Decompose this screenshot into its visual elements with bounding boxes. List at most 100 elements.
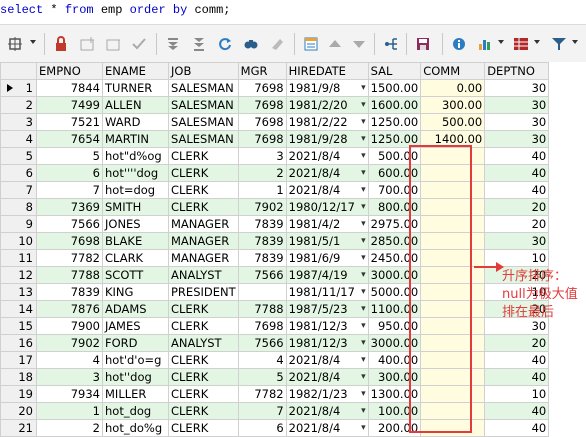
cell-job[interactable]: PRESIDENT [168, 283, 239, 301]
column-header-hiredate[interactable]: HIREDATE [285, 62, 369, 80]
cell-sal[interactable]: 1500.00 [367, 79, 422, 97]
cell-mgr[interactable]: 7 [237, 402, 287, 420]
add-record-icon[interactable] [76, 33, 98, 55]
cell-empno[interactable]: 7876 [36, 300, 103, 318]
row-number[interactable]: 5 [0, 147, 37, 165]
cell-deptno[interactable]: 40 [484, 147, 550, 165]
cell-job[interactable]: MANAGER [168, 232, 239, 250]
date-dropdown-icon[interactable]: ▾ [361, 200, 366, 215]
cell-mgr[interactable]: 7782 [237, 385, 287, 403]
date-dropdown-icon[interactable]: ▾ [361, 404, 366, 419]
cell-hiredate[interactable]: ▾ 2021/8/4 [285, 368, 369, 386]
first-record-icon[interactable] [162, 33, 184, 55]
cell-job[interactable]: CLERK [168, 368, 239, 386]
date-dropdown-icon[interactable]: ▾ [361, 302, 366, 317]
row-number[interactable]: 10 [0, 232, 37, 250]
cell-empno[interactable]: 7698 [36, 232, 103, 250]
cell-sal[interactable]: 1600.00 [367, 96, 422, 114]
cell-hiredate[interactable]: ▾ 2021/8/4 [285, 351, 369, 369]
cell-ename[interactable]: MILLER [102, 385, 169, 403]
chart-icon[interactable] [474, 33, 496, 55]
cell-hiredate[interactable]: ▾ 1980/12/17 [285, 198, 369, 216]
date-dropdown-icon[interactable]: ▾ [361, 132, 366, 147]
cell-job[interactable]: SALESMAN [168, 79, 239, 97]
cell-job[interactable]: MANAGER [168, 249, 239, 267]
cell-ename[interactable]: hot_do%g [102, 419, 169, 437]
cell-ename[interactable]: MARTIN [102, 130, 169, 148]
date-dropdown-icon[interactable]: ▾ [361, 387, 366, 402]
row-number[interactable]: 6 [0, 164, 37, 182]
row-number[interactable]: 4 [0, 130, 37, 148]
date-dropdown-icon[interactable]: ▾ [361, 183, 366, 198]
cell-hiredate[interactable]: ▾ 1981/12/3 [285, 334, 369, 352]
cell-ename[interactable]: CLARK [102, 249, 169, 267]
cell-empno[interactable]: 1 [36, 402, 103, 420]
post-edit-icon[interactable] [128, 33, 150, 55]
column-header-empno[interactable]: EMPNO [36, 62, 103, 80]
row-number[interactable]: 20 [0, 402, 37, 420]
cell-empno[interactable]: 7 [36, 181, 103, 199]
lock-icon[interactable] [50, 33, 72, 55]
row-number[interactable]: 21 [0, 419, 37, 437]
cell-job[interactable]: SALESMAN [168, 96, 239, 114]
cell-ename[interactable]: JAMES [102, 317, 169, 335]
cell-job[interactable]: SALESMAN [168, 113, 239, 131]
cell-mgr[interactable] [237, 283, 287, 301]
row-number[interactable]: 15 [0, 317, 37, 335]
cell-comm[interactable]: 300.00 [420, 96, 486, 114]
cell-hiredate[interactable]: ▾ 1981/4/2 [285, 215, 369, 233]
cell-job[interactable]: ANALYST [168, 334, 239, 352]
cell-ename[interactable]: ALLEN [102, 96, 169, 114]
cell-ename[interactable]: hot=dog [102, 181, 169, 199]
column-header-ename[interactable]: ENAME [102, 62, 169, 80]
cell-comm[interactable]: 500.00 [420, 113, 486, 131]
row-number[interactable]: 3 [0, 113, 37, 131]
row-number[interactable]: 13 [0, 283, 37, 301]
cell-mgr[interactable]: 6 [237, 419, 287, 437]
cell-empno[interactable]: 7844 [36, 79, 103, 97]
cell-mgr[interactable]: 7566 [237, 334, 287, 352]
table-row[interactable]: 1 7844 TURNER SALESMAN 7698 ▾ 1981/9/8 1500.00 0… [0, 79, 550, 97]
date-dropdown-icon[interactable]: ▾ [361, 285, 366, 300]
cell-job[interactable]: CLERK [168, 317, 239, 335]
cell-job[interactable]: CLERK [168, 300, 239, 318]
clear-icon[interactable] [266, 33, 288, 55]
data-grid[interactable]: EMPNO ENAME JOB MGR HIREDATE SAL COMM DE… [0, 62, 586, 437]
export-icon[interactable] [510, 33, 532, 55]
cell-job[interactable]: CLERK [168, 385, 239, 403]
cell-job[interactable]: CLERK [168, 351, 239, 369]
cell-empno[interactable]: 7369 [36, 198, 103, 216]
cell-deptno[interactable]: 30 [484, 96, 550, 114]
cell-hiredate[interactable]: ▾ 1981/9/28 [285, 130, 369, 148]
date-dropdown-icon[interactable]: ▾ [361, 149, 366, 164]
cell-empno[interactable]: 2 [36, 419, 103, 437]
cell-empno[interactable]: 4 [36, 351, 103, 369]
cell-deptno[interactable]: 40 [484, 181, 550, 199]
filter-icon[interactable] [548, 33, 570, 55]
cell-mgr[interactable]: 7566 [237, 266, 287, 284]
cell-ename[interactable]: hot'd'o=g [102, 351, 169, 369]
cell-hiredate[interactable]: ▾ 1981/2/20 [285, 96, 369, 114]
date-dropdown-icon[interactable]: ▾ [361, 217, 366, 232]
cell-hiredate[interactable]: ▾ 2021/8/4 [285, 419, 369, 437]
cell-empno[interactable]: 7499 [36, 96, 103, 114]
column-header-sal[interactable]: SAL [367, 62, 422, 80]
query-by-example-icon[interactable] [380, 33, 402, 55]
table-row[interactable]: 3 7521 WARD SALESMAN 7698 ▾ 1981/2/22 1250.00 50… [0, 113, 550, 131]
cell-deptno[interactable]: 40 [484, 419, 550, 437]
date-dropdown-icon[interactable]: ▾ [361, 336, 366, 351]
date-dropdown-icon[interactable]: ▾ [361, 166, 366, 181]
cell-deptno[interactable]: 40 [484, 368, 550, 386]
row-number[interactable]: 18 [0, 368, 37, 386]
cell-hiredate[interactable]: ▾ 1981/9/8 [285, 79, 369, 97]
cell-empno[interactable]: 7934 [36, 385, 103, 403]
single-record-view-icon[interactable] [300, 33, 322, 55]
row-number[interactable]: 1 [0, 79, 37, 97]
cell-hiredate[interactable]: ▾ 1981/5/1 [285, 232, 369, 250]
cell-hiredate[interactable]: ▾ 1981/6/9 [285, 249, 369, 267]
row-number[interactable]: 14 [0, 300, 37, 318]
sort-up-icon[interactable] [324, 33, 346, 55]
cell-mgr[interactable]: 1 [237, 181, 287, 199]
date-dropdown-icon[interactable]: ▾ [361, 421, 366, 436]
cell-hiredate[interactable]: ▾ 1981/11/17 [285, 283, 369, 301]
